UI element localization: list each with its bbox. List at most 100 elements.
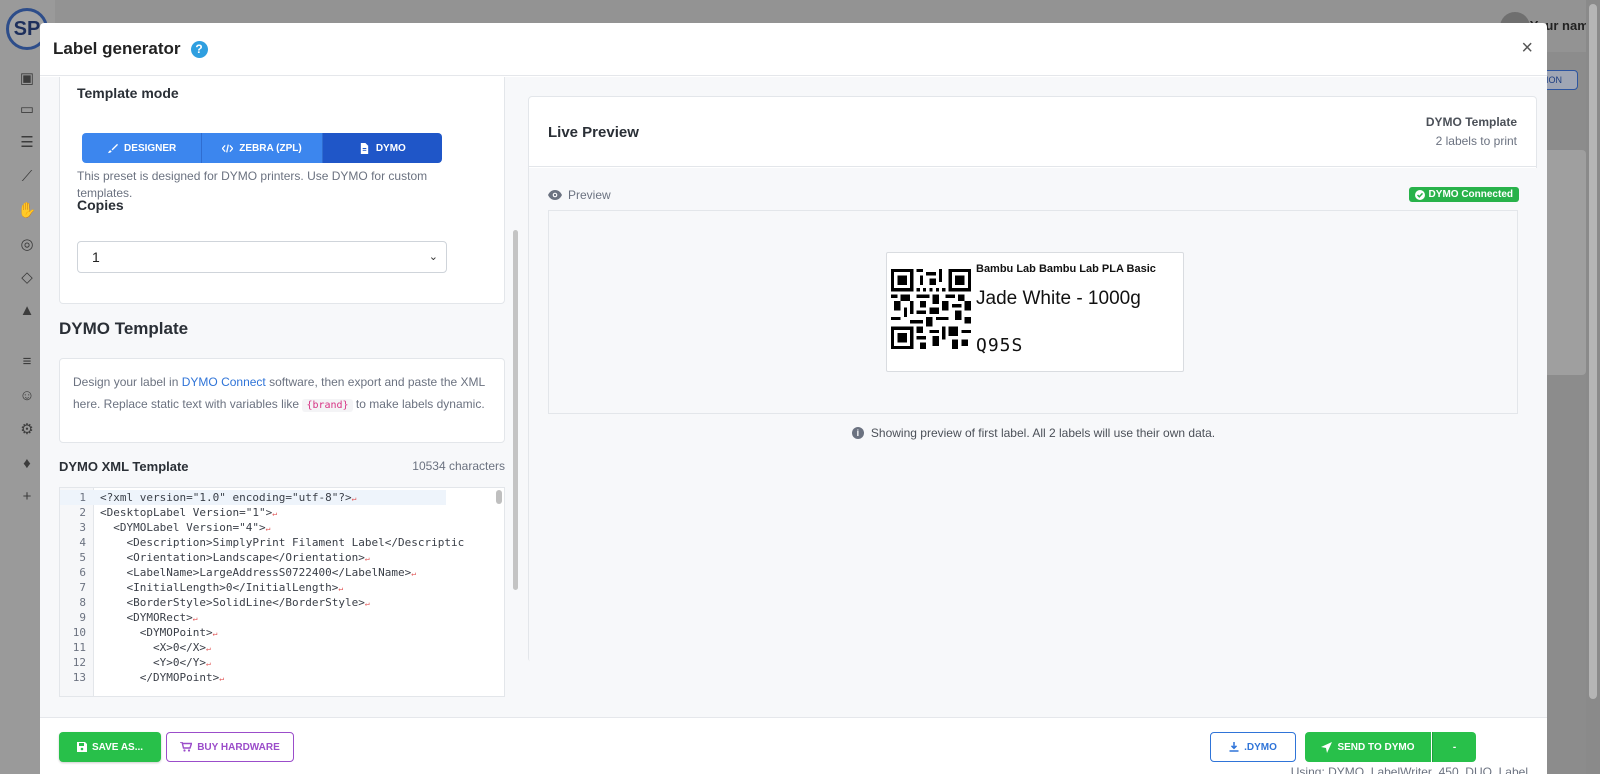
page-scrollbar[interactable] <box>1586 0 1600 774</box>
code-line[interactable]: 2 <DesktopLabel Version="1">↵ <box>60 505 446 520</box>
nav-gift-icon[interactable]: ♦ <box>16 452 38 474</box>
editor-scrollbar[interactable] <box>496 490 502 504</box>
code-line[interactable]: 9 <DYMORect>↵ <box>60 610 446 625</box>
code-line[interactable]: 12 <Y>0</Y>↵ <box>60 655 446 670</box>
nav-stats-icon[interactable]: ⟋ <box>16 165 38 187</box>
nav-add-icon[interactable]: + <box>16 485 38 507</box>
mode-dymo-button[interactable]: DYMO <box>322 133 442 163</box>
line-text: <DYMOPoint> <box>100 626 213 639</box>
send-to-dymo-label: SEND TO DYMO <box>1337 741 1415 753</box>
line-number: 5 <box>79 551 86 564</box>
info-prefix: Design your label in <box>73 375 182 389</box>
save-as-label: SAVE AS... <box>91 741 144 753</box>
dymo-template-heading: DYMO Template <box>59 319 189 338</box>
xml-code-editor[interactable]: 1 <?xml version="1.0" encoding="utf-8"?>↵… <box>59 487 505 697</box>
dymo-connect-link[interactable]: DYMO Connect <box>182 375 266 389</box>
xml-heading: DYMO XML Template <box>59 459 189 474</box>
code-line[interactable]: 1 <?xml version="1.0" encoding="utf-8"?>↵ <box>60 490 446 505</box>
return-icon: ↵ <box>351 494 357 503</box>
nav-files-icon[interactable]: ▭ <box>16 98 38 120</box>
live-preview-card: Live Preview DYMO Template 2 labels to p… <box>528 96 1538 663</box>
eye-icon <box>548 190 562 200</box>
line-number: 13 <box>72 671 86 684</box>
close-icon[interactable]: × <box>1521 37 1533 60</box>
line-text: <InitialLength>0</InitialLength> <box>100 581 339 594</box>
send-to-dymo-button[interactable]: SEND TO DYMO <box>1305 732 1431 762</box>
code-line[interactable]: 8 <BorderStyle>SolidLine</BorderStyle>↵ <box>60 595 446 610</box>
mode-zebra-label: ZEBRA (ZPL) <box>239 142 302 154</box>
qr-code-image <box>891 269 971 349</box>
code-line[interactable]: 11 <X>0</X>↵ <box>60 640 446 655</box>
code-line[interactable]: 4 <Description>SimplyPrint Filament Labe… <box>60 535 464 550</box>
preview-label-count: 2 labels to print <box>1435 134 1517 148</box>
template-settings-card: Template mode DESIGNER ZEBRA (ZPL) DYMO <box>59 77 505 304</box>
line-text: <Description>SimplyPrint Filament Label<… <box>100 536 465 549</box>
line-text: <X>0</X> <box>100 641 206 654</box>
line-number: 1 <box>79 491 86 504</box>
label-generator-modal: Label generator ? × Template mode DESIGN… <box>40 23 1547 774</box>
info-suffix: to make labels dynamic. <box>352 397 485 411</box>
settings-scrollbar[interactable] <box>513 230 518 590</box>
nav-academy-icon[interactable]: ▲ <box>16 299 38 321</box>
line-number: 11 <box>72 641 86 654</box>
buy-hardware-button[interactable]: BUY HARDWARE <box>166 732 294 762</box>
copies-select[interactable]: 1 ⌄ <box>77 241 447 273</box>
nav-integrations-icon[interactable]: ⚙ <box>16 418 38 440</box>
cart-icon <box>180 742 193 752</box>
download-dymo-button[interactable]: .DYMO <box>1210 732 1296 762</box>
label-code-text: Q95S <box>976 335 1024 356</box>
preview-template-name: DYMO Template <box>1425 115 1517 129</box>
modal-title: Label generator <box>53 39 181 58</box>
check-circle-icon <box>1414 189 1425 200</box>
line-text: </DYMOPoint> <box>100 671 220 684</box>
label-name-text: Jade White - 1000g <box>976 288 1141 309</box>
code-line[interactable]: 10 <DYMOPoint>↵ <box>60 625 446 640</box>
line-number: 9 <box>79 611 86 624</box>
question-circle-icon[interactable]: ? <box>190 40 208 58</box>
save-as-button[interactable]: SAVE AS... <box>59 732 161 762</box>
modal-footer: SAVE AS... BUY HARDWARE .DYMO SEND TO DY… <box>40 717 1547 774</box>
chevron-down-icon: ⌄ <box>428 251 438 263</box>
line-text: <?xml version="1.0" encoding="utf-8"?> <box>100 491 352 504</box>
line-number: 12 <box>72 656 86 669</box>
send-options-dropdown-button[interactable]: - <box>1432 732 1476 762</box>
preview-column: Live Preview DYMO Template 2 labels to p… <box>528 96 1538 663</box>
nav-users-icon[interactable]: ☺ <box>16 384 38 406</box>
variable-example: {brand} <box>302 399 353 412</box>
copies-value: 1 <box>92 249 100 265</box>
nav-models-icon[interactable]: ◇ <box>16 266 38 288</box>
preview-note-text: Showing preview of first label. All 2 la… <box>870 426 1216 440</box>
mode-designer-label: DESIGNER <box>124 142 177 154</box>
line-number: 3 <box>79 521 86 534</box>
file-icon <box>360 142 368 154</box>
mode-designer-button[interactable]: DESIGNER <box>82 133 203 163</box>
mode-zebra-button[interactable]: ZEBRA (ZPL) <box>202 133 323 163</box>
line-text: <LabelName>LargeAddressS0722400</LabelNa… <box>100 566 412 579</box>
printer-using-text: Using: DYMO_LabelWriter_450_DUO_Label <box>1290 765 1528 774</box>
buy-hardware-label: BUY HARDWARE <box>197 741 280 753</box>
modal-body: Template mode DESIGNER ZEBRA (ZPL) DYMO <box>40 77 1547 717</box>
code-line[interactable]: 7 <InitialLength>0</InitialLength>↵ <box>60 580 446 595</box>
page-scrollbar-thumb[interactable] <box>1589 4 1597 699</box>
line-number: 8 <box>79 596 86 609</box>
line-text: <Orientation>Landscape</Orientation> <box>100 551 365 564</box>
return-icon: ↵ <box>205 659 211 668</box>
code-line[interactable]: 13 </DYMOPoint>↵ <box>60 670 446 685</box>
download-icon <box>1229 742 1239 752</box>
nav-printers-icon[interactable]: ▣ <box>16 67 38 89</box>
return-icon: ↵ <box>205 644 211 653</box>
line-number: 6 <box>79 566 86 579</box>
code-line[interactable]: 6 <LabelName>LargeAddressS0722400</Label… <box>60 565 446 580</box>
return-icon: ↵ <box>272 509 278 518</box>
nav-filament-icon[interactable]: ◎ <box>16 233 38 255</box>
code-line[interactable]: 5 <Orientation>Landscape</Orientation>↵ <box>60 550 446 565</box>
nav-settings-icon[interactable]: ≡ <box>16 350 38 372</box>
label-brand-text: Bambu Lab Bambu Lab PLA Basic <box>976 263 1156 275</box>
return-icon: ↵ <box>411 569 417 578</box>
nav-queue-icon[interactable]: ☰ <box>16 131 38 153</box>
status-badge: DYMO Connected <box>1408 187 1519 202</box>
return-icon: ↵ <box>219 674 225 683</box>
code-line[interactable]: 3 <DYMOLabel Version="4">↵ <box>60 520 446 535</box>
nav-print-icon[interactable]: ✋ <box>16 199 38 221</box>
settings-column[interactable]: Template mode DESIGNER ZEBRA (ZPL) DYMO <box>59 77 505 697</box>
